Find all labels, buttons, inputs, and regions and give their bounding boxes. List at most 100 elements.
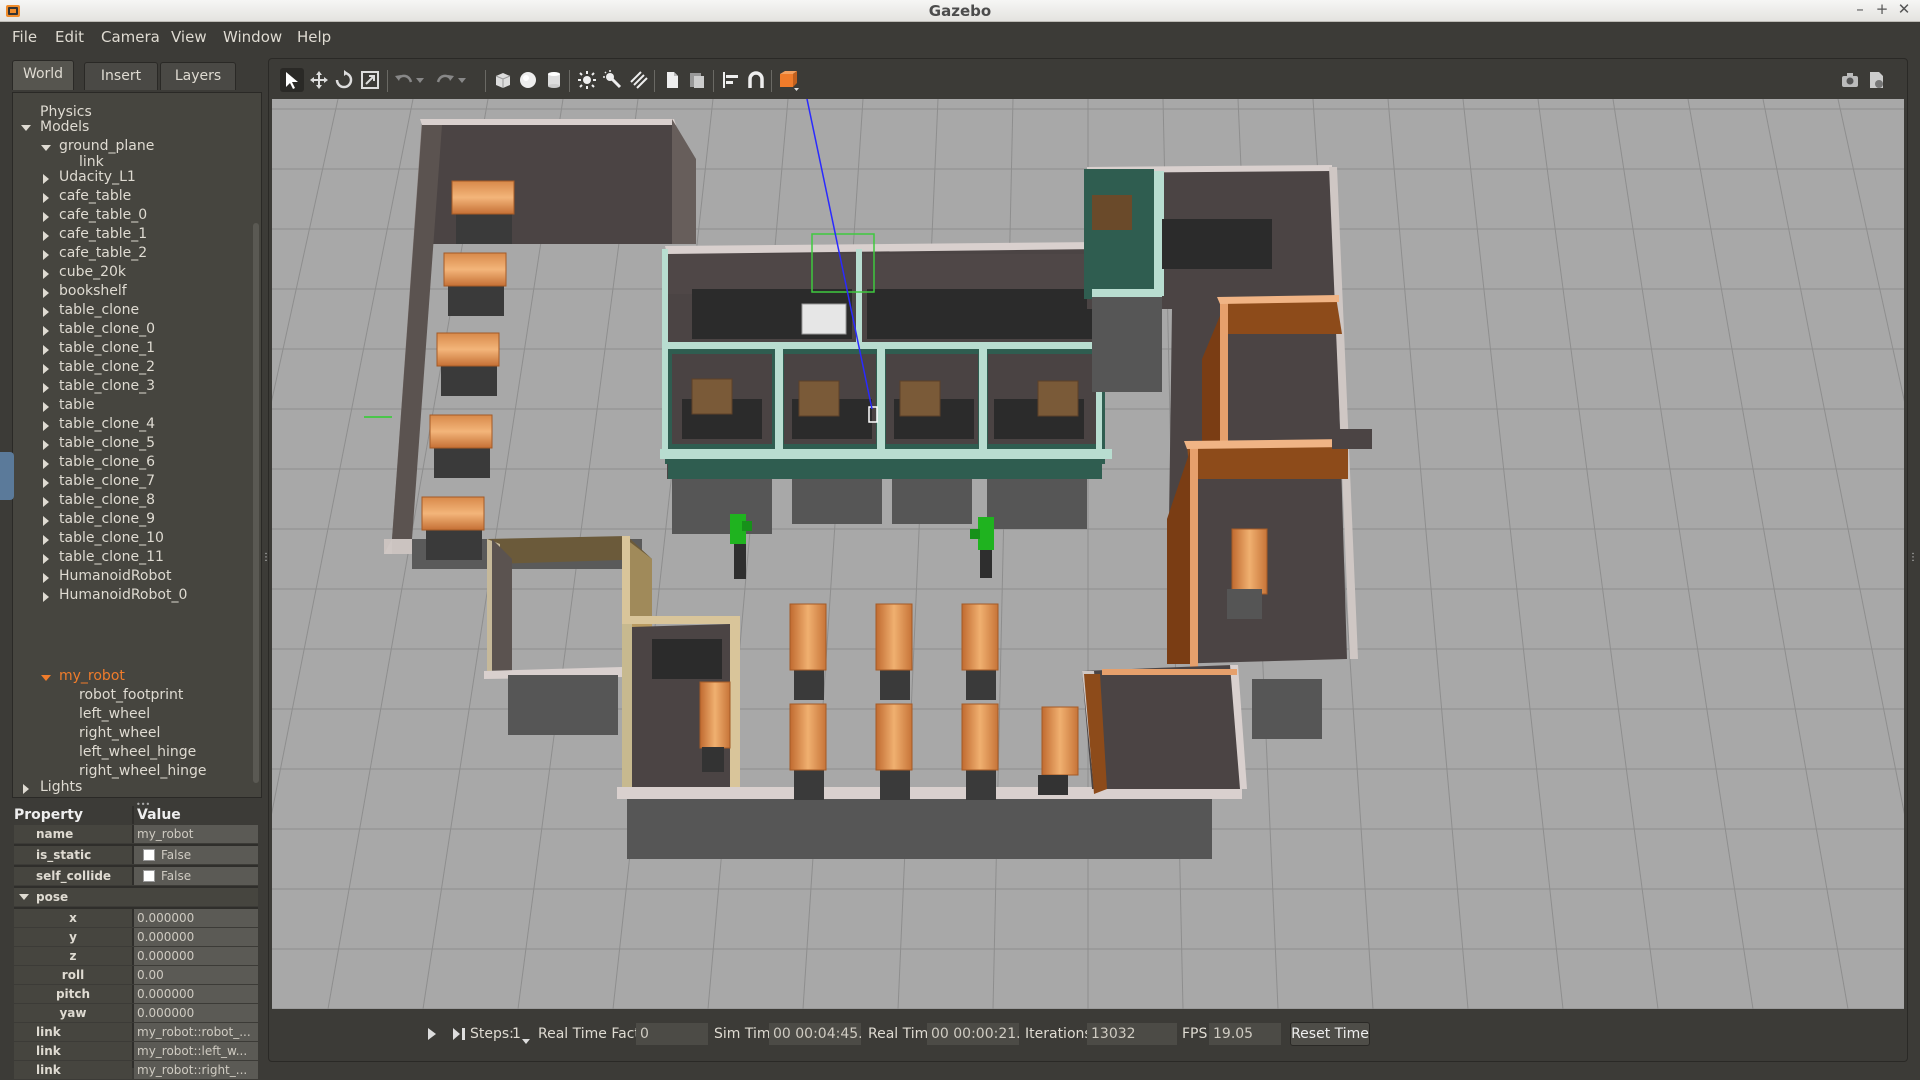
screenshot-icon[interactable] xyxy=(1838,68,1862,92)
table-clone[interactable] xyxy=(875,703,913,771)
scene-render[interactable] xyxy=(272,99,1904,1009)
menu-help[interactable]: Help xyxy=(297,28,331,46)
tree-item-model[interactable]: table_clone_8 xyxy=(59,492,155,508)
scale-icon[interactable] xyxy=(358,68,382,92)
expand-arrow-icon[interactable] xyxy=(43,231,49,241)
tree-item-model[interactable]: table_clone_11 xyxy=(59,549,164,565)
link-row[interactable]: link my_robot::left_w... xyxy=(14,1042,258,1061)
tab-layers[interactable]: Layers xyxy=(160,62,236,90)
pose-value[interactable]: 0.000000 xyxy=(134,909,258,927)
expand-arrow-icon[interactable] xyxy=(21,125,31,131)
expand-arrow-icon[interactable] xyxy=(43,288,49,298)
expand-arrow-icon[interactable] xyxy=(43,440,49,450)
close-button[interactable]: ✕ xyxy=(1894,0,1914,18)
step-icon[interactable] xyxy=(452,1027,466,1041)
tree-item-model[interactable]: cafe_table_0 xyxy=(59,207,147,223)
tree-item-model[interactable]: table_clone_4 xyxy=(59,416,155,432)
cafe-table[interactable] xyxy=(429,414,493,449)
tree-item-model[interactable]: cafe_table_2 xyxy=(59,245,147,261)
tree-item-left-wheel-hinge[interactable]: left_wheel_hinge xyxy=(79,744,196,760)
paste-icon[interactable] xyxy=(685,68,709,92)
menu-camera[interactable]: Camera xyxy=(101,28,160,46)
tree-item-models[interactable]: Models xyxy=(40,119,89,135)
expand-arrow-icon[interactable] xyxy=(41,145,51,151)
self-collide-checkbox[interactable] xyxy=(143,869,155,882)
redo-icon[interactable] xyxy=(433,68,457,92)
tree-item-model[interactable]: table_clone_6 xyxy=(59,454,155,470)
tab-world[interactable]: World xyxy=(12,60,74,90)
directional-light-icon[interactable] xyxy=(627,68,651,92)
table-clone[interactable] xyxy=(961,703,999,771)
left-dock-handle[interactable] xyxy=(0,452,14,500)
expand-arrow-icon[interactable] xyxy=(23,784,29,794)
cube-20k[interactable] xyxy=(801,303,847,335)
tree-item-model[interactable]: table_clone_9 xyxy=(59,511,155,527)
property-value-is-static[interactable]: False xyxy=(134,846,258,864)
tree-item-model[interactable]: Udacity_L1 xyxy=(59,169,136,185)
expand-arrow-icon[interactable] xyxy=(43,535,49,545)
tree-item-model[interactable]: HumanoidRobot_0 xyxy=(59,587,187,603)
cafe-table[interactable] xyxy=(421,496,485,531)
tree-item-model[interactable]: table_clone_1 xyxy=(59,340,155,356)
menu-file[interactable]: File xyxy=(12,28,37,46)
is-static-checkbox[interactable] xyxy=(143,848,155,861)
tree-item-model[interactable]: cube_20k xyxy=(59,264,126,280)
property-value-self-collide[interactable]: False xyxy=(134,867,258,885)
tree-item-physics[interactable]: Physics xyxy=(40,104,92,120)
expand-arrow-icon[interactable] xyxy=(43,345,49,355)
select-arrow-icon[interactable] xyxy=(280,68,304,92)
tree-item-ground-plane[interactable]: ground_plane xyxy=(59,138,154,154)
tree-item-model[interactable]: cafe_table xyxy=(59,188,131,204)
expand-arrow-icon[interactable] xyxy=(43,554,49,564)
expand-arrow-icon[interactable] xyxy=(43,212,49,222)
expand-arrow-icon[interactable] xyxy=(43,269,49,279)
tree-item-right-wheel-hinge[interactable]: right_wheel_hinge xyxy=(79,763,206,779)
tree-item-model[interactable]: cafe_table_1 xyxy=(59,226,147,242)
tree-item-lights[interactable]: Lights xyxy=(40,779,82,795)
tree-item-model[interactable]: table_clone_5 xyxy=(59,435,155,451)
table-clone[interactable] xyxy=(789,603,827,671)
tree-item-right-wheel[interactable]: right_wheel xyxy=(79,725,160,741)
rotate-icon[interactable] xyxy=(332,68,356,92)
expand-arrow-icon[interactable] xyxy=(43,174,49,184)
table-clone[interactable] xyxy=(961,603,999,671)
copy-icon[interactable] xyxy=(660,68,684,92)
tree-item-model[interactable]: table xyxy=(59,397,94,413)
tree-scrollbar[interactable] xyxy=(253,223,259,783)
sphere-shape-icon[interactable] xyxy=(516,68,540,92)
cylinder-shape-icon[interactable] xyxy=(542,68,566,92)
tree-item-model[interactable]: table_clone xyxy=(59,302,139,318)
expand-arrow-icon[interactable] xyxy=(43,326,49,336)
cafe-table[interactable] xyxy=(443,252,507,287)
undo-dropdown-icon[interactable] xyxy=(414,68,426,92)
tree-item-model[interactable]: table_clone_0 xyxy=(59,321,155,337)
magnet-snap-icon[interactable] xyxy=(744,68,768,92)
tree-item-model[interactable]: table_clone_7 xyxy=(59,473,155,489)
pose-value[interactable]: 0.000000 xyxy=(134,928,258,946)
cafe-table[interactable] xyxy=(436,332,500,367)
maximize-button[interactable]: + xyxy=(1872,0,1892,18)
expand-arrow-icon[interactable] xyxy=(43,383,49,393)
tree-item-model[interactable]: table_clone_2 xyxy=(59,359,155,375)
pose-value[interactable]: 0.000000 xyxy=(134,1004,258,1022)
expand-arrow-icon[interactable] xyxy=(43,364,49,374)
reset-time-button[interactable]: Reset Time xyxy=(1290,1022,1370,1046)
tree-item-model[interactable]: table_clone_10 xyxy=(59,530,164,546)
point-light-icon[interactable] xyxy=(575,68,599,92)
tab-insert[interactable]: Insert xyxy=(84,62,158,90)
expand-arrow-icon[interactable] xyxy=(43,592,49,602)
tree-item-my-robot[interactable]: my_robot xyxy=(59,668,125,684)
tree-item-robot-footprint[interactable]: robot_footprint xyxy=(79,687,183,703)
menu-view[interactable]: View xyxy=(171,28,207,46)
redo-dropdown-icon[interactable] xyxy=(456,68,468,92)
steps-dropdown-icon[interactable] xyxy=(522,1039,530,1044)
3d-viewport[interactable] xyxy=(272,99,1904,1009)
tree-item-model[interactable]: table_clone_3 xyxy=(59,378,155,394)
menu-edit[interactable]: Edit xyxy=(55,28,84,46)
view-angle-icon[interactable] xyxy=(777,68,801,92)
table-clone[interactable] xyxy=(789,703,827,771)
tree-item-model[interactable]: HumanoidRobot xyxy=(59,568,171,584)
expand-arrow-icon[interactable] xyxy=(43,516,49,526)
expand-arrow-icon[interactable] xyxy=(43,478,49,488)
link-row[interactable]: link my_robot::robot_... xyxy=(14,1023,258,1042)
